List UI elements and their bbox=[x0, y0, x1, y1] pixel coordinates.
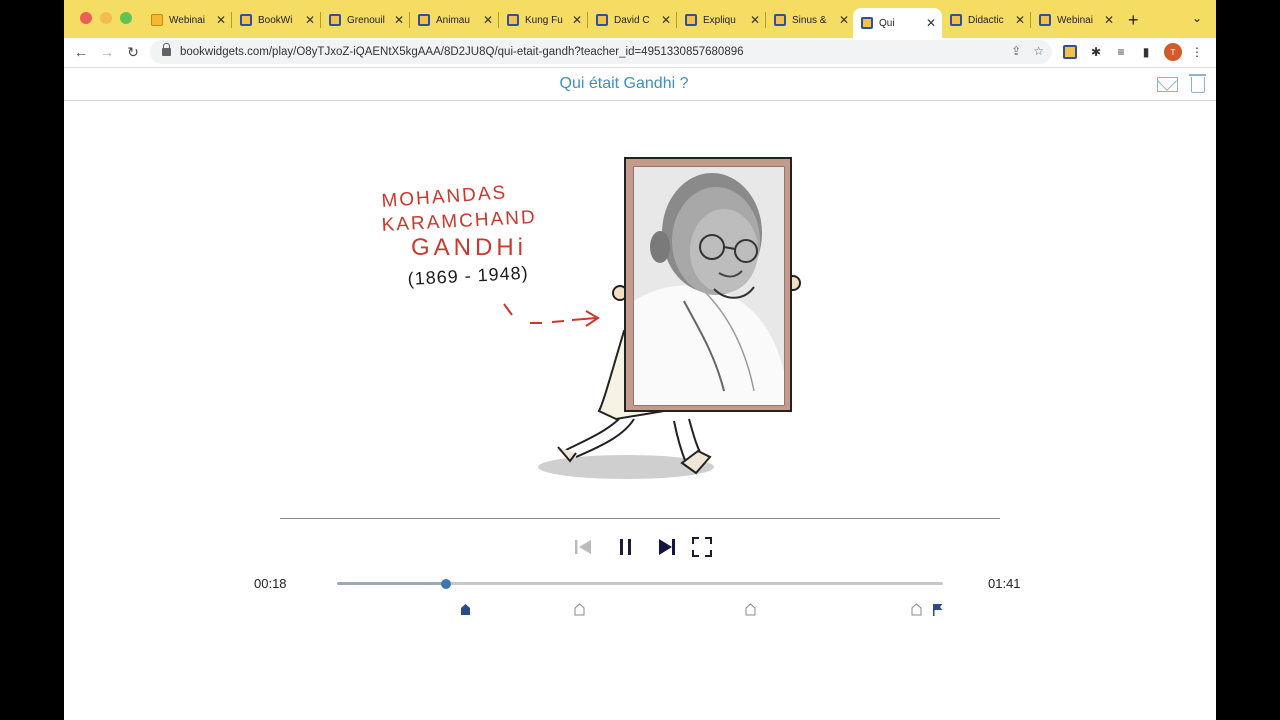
close-tab-icon[interactable]: ✕ bbox=[303, 13, 317, 27]
close-tab-icon[interactable]: ✕ bbox=[1013, 13, 1027, 27]
tab-label: Webinai bbox=[1057, 14, 1093, 26]
tab[interactable]: Animau ✕ bbox=[410, 8, 499, 32]
star-icon[interactable]: ☆ bbox=[1033, 44, 1044, 58]
caption-dates: (1869 - 1948) bbox=[407, 263, 529, 289]
progress-track[interactable] bbox=[337, 578, 943, 589]
bookwidgets-icon bbox=[507, 14, 519, 26]
tab[interactable]: Webinai ✕ bbox=[1031, 8, 1120, 32]
tab-label: David C bbox=[614, 14, 650, 26]
current-time: 00:18 bbox=[254, 576, 287, 591]
bookwidgets-icon bbox=[596, 14, 608, 26]
webinar-icon bbox=[151, 14, 163, 26]
video-frame[interactable]: MOHANDAS KARAMCHAND GANDHi (1869 - 1948) bbox=[64, 101, 1216, 518]
finish-flag-icon[interactable] bbox=[932, 603, 943, 616]
chapter-marker[interactable] bbox=[574, 603, 585, 616]
tab-active[interactable]: Qui ✕ bbox=[853, 8, 942, 38]
close-tab-icon[interactable]: ✕ bbox=[570, 13, 584, 27]
tab-label: Kung Fu bbox=[525, 14, 563, 26]
bookwidgets-icon bbox=[1039, 14, 1051, 26]
tab[interactable]: Sinus & ✕ bbox=[766, 8, 855, 32]
share-icon[interactable]: ⇪ bbox=[1011, 44, 1021, 58]
chapter-marker[interactable] bbox=[745, 603, 756, 616]
bookwidgets-icon bbox=[240, 14, 252, 26]
tab-label: BookWi bbox=[258, 14, 293, 26]
bookwidgets-icon bbox=[418, 14, 430, 26]
new-tab-icon[interactable]: + bbox=[1128, 10, 1139, 31]
url-text[interactable]: bookwidgets.com/play/O8yTJxoZ-iQAENtX5kg… bbox=[180, 46, 744, 58]
bookwidgets-icon bbox=[329, 14, 341, 26]
playback-controls bbox=[564, 536, 724, 560]
tab[interactable]: Expliqu ✕ bbox=[677, 8, 766, 32]
bookwidgets-icon bbox=[685, 14, 697, 26]
avatar[interactable]: T bbox=[1164, 43, 1182, 61]
tab-label: Didactic bbox=[968, 14, 1004, 26]
progress-thumb[interactable] bbox=[441, 578, 452, 589]
forward-arrow-icon[interactable]: → bbox=[96, 41, 118, 63]
video-divider bbox=[280, 518, 1000, 519]
close-tab-icon[interactable]: ✕ bbox=[748, 13, 762, 27]
close-tab-icon[interactable]: ✕ bbox=[1102, 13, 1116, 27]
tab[interactable]: Grenouil ✕ bbox=[321, 8, 410, 32]
caption-name-line-1: MOHANDAS bbox=[381, 182, 508, 212]
fullscreen-icon[interactable] bbox=[691, 536, 713, 558]
close-tab-icon[interactable]: ✕ bbox=[837, 13, 851, 27]
tab-label: Webinai bbox=[169, 14, 205, 26]
browser-toolbar: ← → ↻ bookwidgets.com/play/O8yTJxoZ-iQAE… bbox=[64, 38, 1216, 68]
caption-name-line-2: KARAMCHAND bbox=[381, 207, 537, 236]
minimize-window-button[interactable] bbox=[100, 12, 112, 24]
tab-label: Animau bbox=[436, 14, 470, 26]
bookwidgets-icon bbox=[861, 17, 873, 29]
pause-icon[interactable] bbox=[615, 536, 637, 558]
address-bar[interactable]: bookwidgets.com/play/O8yTJxoZ-iQAENtX5kg… bbox=[150, 40, 1052, 64]
tab-label: Expliqu bbox=[703, 14, 736, 26]
more-menu-icon[interactable]: ⋮ bbox=[1188, 43, 1206, 61]
app-header: Qui était Gandhi ? bbox=[64, 68, 1216, 101]
trash-icon[interactable] bbox=[1189, 74, 1206, 93]
page-title: Qui était Gandhi ? bbox=[559, 75, 689, 92]
maximize-window-button[interactable] bbox=[120, 12, 132, 24]
chevron-down-icon[interactable]: ⌄ bbox=[1192, 11, 1202, 25]
bookwidgets-extension-icon[interactable] bbox=[1063, 45, 1077, 59]
close-window-button[interactable] bbox=[80, 12, 92, 24]
tab-label: Qui bbox=[879, 17, 895, 29]
progress-fill bbox=[337, 582, 447, 585]
close-tab-icon[interactable]: ✕ bbox=[659, 13, 673, 27]
tab-label: Sinus & bbox=[792, 14, 827, 26]
close-tab-icon[interactable]: ✕ bbox=[481, 13, 495, 27]
gandhi-illustration: MOHANDAS KARAMCHAND GANDHi (1869 - 1948) bbox=[381, 157, 801, 479]
bookwidgets-icon bbox=[774, 14, 786, 26]
total-time: 01:41 bbox=[988, 576, 1021, 591]
skip-forward-icon[interactable] bbox=[656, 536, 678, 558]
close-tab-icon[interactable]: ✕ bbox=[392, 13, 406, 27]
close-tab-icon[interactable]: ✕ bbox=[924, 16, 938, 30]
media-control-icon[interactable]: ≡ bbox=[1112, 43, 1130, 61]
chapter-marker-active[interactable] bbox=[460, 603, 470, 615]
mail-icon[interactable] bbox=[1157, 77, 1178, 92]
tab[interactable]: David C ✕ bbox=[588, 8, 677, 32]
tab[interactable]: BookWi ✕ bbox=[232, 8, 321, 32]
chapter-marker[interactable] bbox=[911, 603, 922, 616]
caption-name-line-3: GANDHi bbox=[411, 234, 527, 261]
close-tab-icon[interactable]: ✕ bbox=[214, 13, 228, 27]
puzzle-extensions-icon[interactable]: ✱ bbox=[1087, 43, 1105, 61]
tab-label: Grenouil bbox=[347, 14, 385, 26]
browser-window: Webinai ✕ BookWi ✕ Grenouil ✕ Animau ✕ K… bbox=[64, 0, 1216, 720]
bookwidgets-icon bbox=[950, 14, 962, 26]
sidebar-icon[interactable]: ▮ bbox=[1137, 43, 1155, 61]
tab[interactable]: Webinai ✕ bbox=[143, 8, 232, 32]
lock-icon bbox=[162, 43, 171, 56]
tab-strip: Webinai ✕ BookWi ✕ Grenouil ✕ Animau ✕ K… bbox=[64, 0, 1216, 38]
skip-back-icon[interactable] bbox=[572, 536, 594, 558]
tab[interactable]: Didactic ✕ bbox=[942, 8, 1031, 32]
reload-icon[interactable]: ↻ bbox=[122, 41, 144, 63]
tab[interactable]: Kung Fu ✕ bbox=[499, 8, 588, 32]
back-arrow-icon[interactable]: ← bbox=[70, 41, 92, 63]
